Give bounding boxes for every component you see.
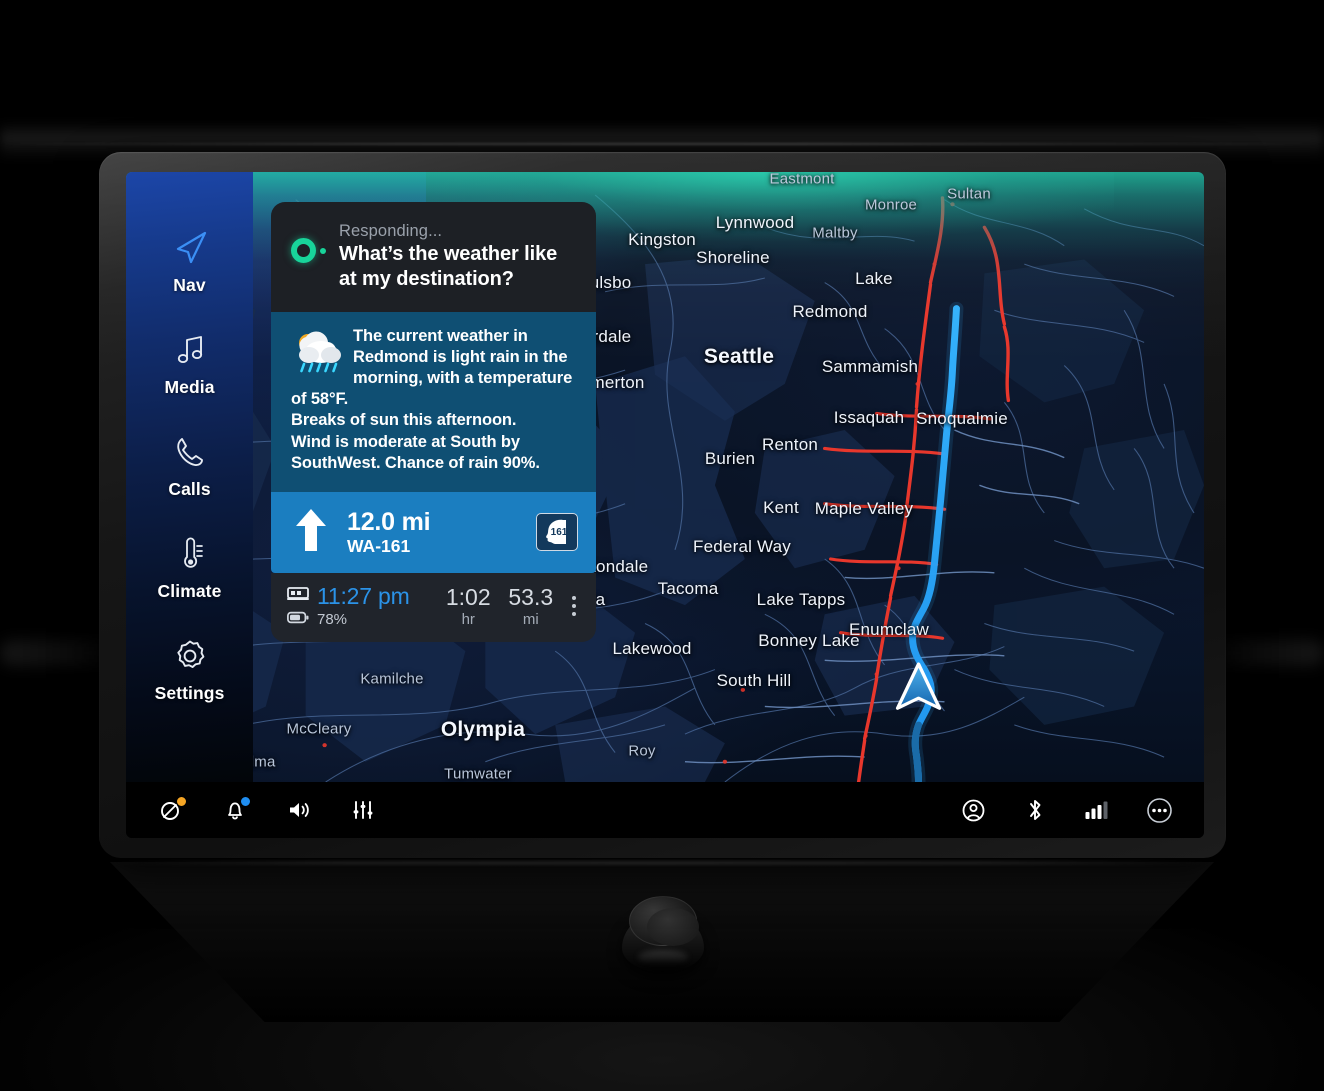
knob-inner [647,908,699,946]
more-options-icon[interactable] [1142,793,1176,827]
sidebar-item-label: Calls [168,479,211,499]
eta-arrival-row: 11:27 pm [287,584,437,608]
eta-battery-percent: 78% [317,610,348,628]
main-sidebar[interactable]: Nav Media Calls Climate Settings [126,172,253,782]
knob-gloss [638,950,688,964]
system-bottom-bar[interactable] [126,782,1204,838]
bottom-bar-left-group [154,793,380,827]
eta-duration-unit: hr [461,610,475,628]
wa-shield-number: 161 [551,527,568,538]
sun-behind-rain-cloud-icon [291,330,345,376]
thermometer-icon [171,534,209,574]
assistant-query-card[interactable]: Responding... What’s the weather like at… [271,202,596,312]
do-not-disturb-badge [176,796,187,807]
wa-route-shield: 161 [536,513,578,552]
bluetooth-icon[interactable] [1018,793,1052,827]
eta-duration-value: 1:02 [445,583,491,610]
screen-body: 5 [126,172,1204,782]
maneuver-road: WA-161 [347,535,411,556]
cellular-signal-icon[interactable] [1080,793,1114,827]
eta-distance-value: 53.3 [508,583,554,610]
dashboard-trim-line [0,143,1324,145]
sidebar-item-label: Climate [157,581,222,601]
eta-battery-row: 78% [287,611,437,629]
sidebar-item-calls[interactable]: Calls [126,432,253,500]
navigation-arrow-icon [169,228,211,268]
assistant-status: Responding... [339,222,443,240]
music-note-icon [171,330,209,370]
eta-arrival-time: 11:27 pm [317,582,410,609]
equalizer-sliders-icon[interactable] [346,793,380,827]
assistant-card-stack: Responding... What’s the weather like at… [271,202,596,642]
do-not-disturb-icon[interactable] [154,793,188,827]
gear-icon [170,636,210,676]
charging-bed-icon [287,585,309,606]
bottom-bar-right-group [956,793,1176,827]
eta-distance-unit: mi [522,610,539,628]
eta-bar[interactable]: 11:27 pm 78% 1:02 hr 53.3 mi [271,572,596,642]
maneuver-card[interactable]: 12.0 mi WA-161 161 [271,491,596,573]
sidebar-item-media[interactable]: Media [126,330,253,398]
assistant-dot-icon [320,247,326,254]
rotary-control-knob[interactable] [620,890,706,976]
sidebar-item-settings[interactable]: Settings [126,636,253,704]
knob-top [629,896,699,946]
infotainment-screen: 5 [126,172,1204,838]
straight-arrow-icon [293,507,329,558]
center-console-edge [112,860,1212,865]
sidebar-item-label: Settings [154,683,225,703]
assistant-text: Responding... What’s the weather like at… [339,222,574,292]
assistant-ring-icon [291,238,316,263]
notifications-bell-icon[interactable] [218,793,252,827]
maneuver-text: 12.0 mi WA-161 [347,508,518,557]
display-bezel: 5 [99,152,1226,858]
notifications-badge [240,796,251,807]
user-profile-icon[interactable] [956,793,990,827]
sidebar-item-label: Nav [173,275,206,295]
sidebar-item-label: Media [164,377,215,397]
kebab-menu-icon[interactable] [562,596,582,617]
weather-response-card[interactable]: The current weather in Redmond is light … [271,312,596,492]
eta-duration: 1:02 hr [437,585,500,628]
battery-icon [287,611,309,629]
eta-arrival-group: 11:27 pm 78% [287,584,437,629]
maneuver-distance: 12.0 mi [347,507,431,536]
volume-speaker-icon[interactable] [282,793,316,827]
eta-distance: 53.3 mi [500,585,563,628]
sidebar-item-climate[interactable]: Climate [126,534,253,602]
car-dashboard: 5 [0,0,1324,1091]
sidebar-item-nav[interactable]: Nav [126,228,253,296]
phone-icon [171,432,209,472]
assistant-query: What’s the weather like at my destinatio… [339,243,558,290]
assistant-orb [291,222,326,263]
